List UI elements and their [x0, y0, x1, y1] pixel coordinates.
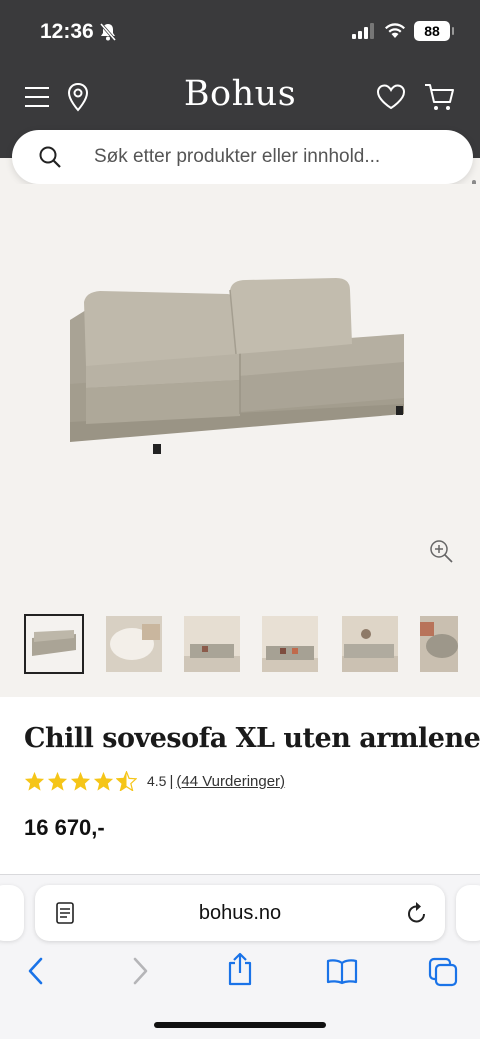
- status-time: 12:36: [40, 20, 94, 43]
- star-half-icon: [116, 771, 137, 791]
- zoom-in-icon[interactable]: [428, 538, 454, 564]
- rating-separator: |: [169, 772, 174, 790]
- wifi-icon: [385, 23, 405, 38]
- product-title: Chill sovesofa XL uten armlene: [24, 723, 480, 754]
- brand-logo[interactable]: Bohus: [0, 74, 480, 114]
- thumbnail-strip: [0, 612, 480, 676]
- status-bar: 12:36 88: [0, 0, 480, 66]
- thumbnail-2[interactable]: [106, 616, 162, 672]
- product-image[interactable]: [0, 184, 480, 600]
- thumbnail-5[interactable]: [342, 616, 398, 672]
- forward-icon[interactable]: [130, 955, 150, 987]
- previous-tab-preview[interactable]: [0, 885, 24, 941]
- browser-toolbar: bohus.no: [0, 874, 480, 1039]
- product-rating: 4.5 | (44 Vurderinger): [24, 771, 285, 791]
- bell-muted-icon: [99, 23, 117, 41]
- address-bar[interactable]: bohus.no: [35, 885, 445, 941]
- thumbnail-3[interactable]: [184, 616, 240, 672]
- product-price: 16 670,-: [24, 815, 105, 840]
- product-details: Chill sovesofa XL uten armlene 4.5 | (44…: [0, 697, 480, 897]
- cellular-signal-icon: [352, 23, 374, 39]
- back-icon[interactable]: [26, 955, 46, 987]
- search-input[interactable]: Søk etter produkter eller innhold...: [12, 130, 473, 184]
- home-indicator[interactable]: [154, 1022, 326, 1028]
- next-tab-preview[interactable]: [456, 885, 480, 941]
- tabs-icon[interactable]: [428, 957, 458, 987]
- url-text: bohus.no: [198, 902, 282, 924]
- battery-indicator: 88: [414, 21, 454, 41]
- reload-icon[interactable]: [405, 900, 429, 926]
- thumbnail-1[interactable]: [24, 614, 84, 674]
- search-icon: [39, 146, 61, 168]
- search-placeholder: Søk etter produkter eller innhold...: [94, 146, 381, 167]
- thumbnail-4[interactable]: [262, 616, 318, 672]
- share-icon[interactable]: [226, 951, 254, 987]
- heart-icon[interactable]: [376, 84, 406, 110]
- star-full-icon: [24, 771, 45, 791]
- rating-stars: [24, 771, 137, 791]
- rating-value: 4.5: [147, 773, 167, 789]
- thumbnail-6[interactable]: [420, 616, 458, 672]
- bookmarks-icon[interactable]: [326, 957, 358, 985]
- cart-icon[interactable]: [424, 82, 456, 112]
- star-full-icon: [70, 771, 91, 791]
- star-full-icon: [47, 771, 68, 791]
- reviews-link[interactable]: (44 Vurderinger): [176, 773, 285, 790]
- star-full-icon: [93, 771, 114, 791]
